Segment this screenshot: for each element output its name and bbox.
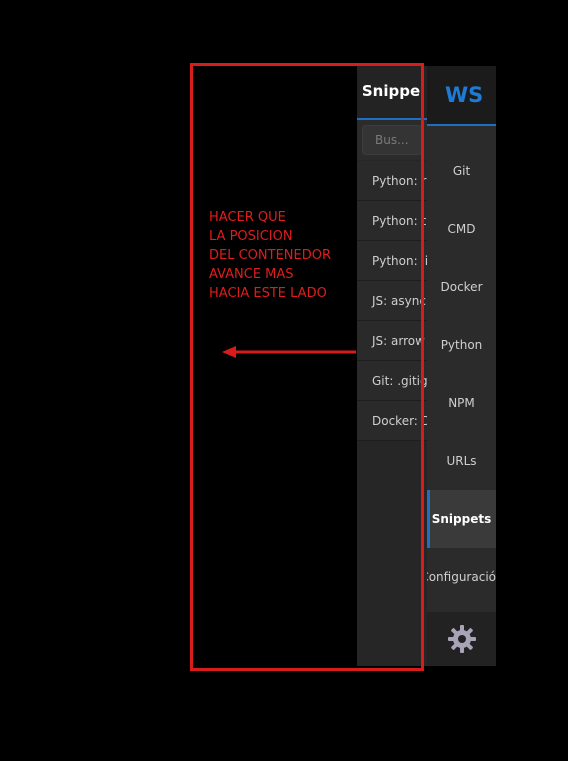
snippet-item[interactable]: Python: t xyxy=(357,201,427,241)
app-logo[interactable]: WS xyxy=(445,83,483,107)
annotation-line: DEL CONTENEDOR xyxy=(209,248,332,263)
nav-footer xyxy=(427,612,496,666)
annotation-line: AVANCE MAS xyxy=(209,267,294,282)
nav-item-npm[interactable]: NPM xyxy=(427,374,496,432)
snippet-item[interactable]: Python: lis xyxy=(357,241,427,281)
annotation-line: HACER QUE xyxy=(209,210,286,225)
nav-header: WS xyxy=(427,66,496,126)
snippet-list: Python: r Python: t Python: lis JS: asyn… xyxy=(357,161,427,441)
snippets-search-bar xyxy=(357,120,427,160)
screenshot-stage: Snippe Python: r Python: t Python: lis J… xyxy=(0,0,568,761)
nav-item-cmd[interactable]: CMD xyxy=(427,200,496,258)
snippet-item[interactable]: JS: async xyxy=(357,281,427,321)
snippet-item[interactable]: Git: .gitig xyxy=(357,361,427,401)
snippet-item[interactable]: Python: r xyxy=(357,161,427,201)
snippet-item[interactable]: JS: arrow xyxy=(357,321,427,361)
annotation-note: HACER QUE LA POSICION DEL CONTENEDOR AVA… xyxy=(209,208,359,303)
nav-list: Git CMD Docker Python NPM URLs Snippets … xyxy=(427,142,496,606)
snippets-header: Snippe xyxy=(357,66,427,120)
annotation-line: HACIA ESTE LADO xyxy=(209,286,327,301)
gear-icon[interactable] xyxy=(447,624,477,654)
snippets-search-input[interactable] xyxy=(362,125,422,155)
snippets-title: Snippe xyxy=(361,82,421,100)
nav-item-docker[interactable]: Docker xyxy=(427,258,496,316)
annotation-line: LA POSICION xyxy=(209,229,293,244)
snippets-panel: Snippe Python: r Python: t Python: lis J… xyxy=(357,66,427,666)
arrow-left-icon xyxy=(222,346,356,358)
nav-sidebar: WS Git CMD Docker Python NPM URLs Snippe… xyxy=(427,66,496,666)
snippet-item[interactable]: Docker: D xyxy=(357,401,427,441)
nav-item-snippets[interactable]: Snippets xyxy=(427,490,496,548)
nav-item-configuracion[interactable]: Configuració xyxy=(427,548,496,606)
nav-item-urls[interactable]: URLs xyxy=(427,432,496,490)
nav-item-git[interactable]: Git xyxy=(427,142,496,200)
nav-item-python[interactable]: Python xyxy=(427,316,496,374)
